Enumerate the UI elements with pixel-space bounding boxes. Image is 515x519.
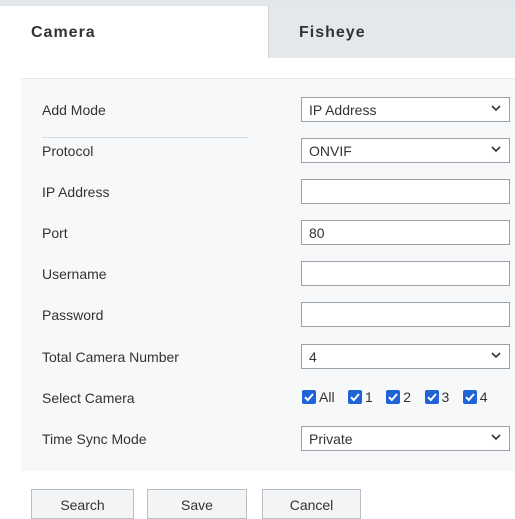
- username-label: Username: [42, 266, 107, 282]
- total-camera-number-select[interactable]: 4: [301, 344, 510, 369]
- camera-option-label: 3: [441, 389, 450, 405]
- ip-address-input[interactable]: [301, 179, 510, 204]
- camera-option-4[interactable]: 4: [462, 389, 488, 405]
- camera-option-1[interactable]: 1: [348, 389, 373, 405]
- checkbox-checked[interactable]: [348, 390, 363, 404]
- camera-option-label: 4: [479, 389, 488, 405]
- add-mode-select[interactable]: IP Address: [301, 97, 510, 122]
- protocol-value: ONVIF: [309, 143, 352, 159]
- port-label: Port: [42, 225, 68, 241]
- select-camera-label: Select Camera: [42, 390, 135, 406]
- chevron-down-icon: [491, 146, 501, 153]
- add-mode-value: IP Address: [309, 102, 377, 118]
- save-button[interactable]: Save: [147, 489, 247, 519]
- checkbox-checked[interactable]: [462, 390, 477, 404]
- username-row: Username: [21, 254, 515, 295]
- ip-address-label: IP Address: [42, 184, 110, 200]
- total-camera-number-value: 4: [309, 349, 317, 365]
- checkmark-icon: [304, 393, 314, 402]
- chevron-down-icon: [491, 352, 501, 359]
- checkmark-icon: [465, 393, 475, 402]
- ip-address-row: IP Address: [21, 172, 515, 213]
- port-row: Port 80: [21, 213, 515, 254]
- port-input[interactable]: 80: [301, 220, 510, 245]
- checkbox-checked[interactable]: [302, 390, 316, 404]
- checkmark-icon: [426, 393, 437, 402]
- checkmark-icon: [350, 393, 360, 402]
- total-camera-number-label: Total Camera Number: [42, 349, 179, 365]
- time-sync-mode-row: Time Sync Mode Private: [21, 419, 515, 460]
- checkbox-checked[interactable]: [386, 390, 401, 404]
- checkmark-icon: [388, 393, 399, 402]
- camera-option-label: All: [319, 389, 335, 405]
- password-input[interactable]: [301, 302, 510, 327]
- camera-option-label: 1: [365, 389, 373, 405]
- camera-checkbox-group: All 1 2 3 4: [302, 389, 497, 407]
- time-sync-mode-select[interactable]: Private: [301, 426, 510, 451]
- camera-option-2[interactable]: 2: [386, 389, 411, 405]
- camera-option-label: 2: [403, 389, 412, 405]
- camera-option-3[interactable]: 3: [424, 389, 450, 405]
- select-camera-row: Select Camera All 1 2 3 4: [21, 378, 515, 419]
- camera-option-all[interactable]: All: [302, 389, 335, 405]
- protocol-label: Protocol: [42, 143, 94, 159]
- chevron-down-icon: [491, 434, 501, 441]
- total-camera-number-row: Total Camera Number 4: [21, 337, 515, 378]
- protocol-select[interactable]: ONVIF: [301, 138, 510, 163]
- add-mode-label: Add Mode: [42, 102, 106, 118]
- add-mode-row: Add Mode IP Address: [21, 90, 515, 138]
- time-sync-mode-value: Private: [309, 431, 353, 447]
- username-input[interactable]: [301, 261, 510, 286]
- tab-camera[interactable]: Camera: [0, 6, 268, 58]
- password-label: Password: [42, 307, 104, 323]
- checkbox-checked[interactable]: [424, 390, 439, 404]
- password-row: Password: [21, 295, 515, 336]
- camera-form-panel: Add Mode IP Address Protocol ONVIF IP Ad…: [21, 78, 515, 471]
- time-sync-mode-label: Time Sync Mode: [42, 431, 147, 447]
- protocol-row: Protocol ONVIF: [21, 131, 515, 172]
- chevron-down-icon: [491, 105, 501, 112]
- cancel-button[interactable]: Cancel: [262, 489, 361, 519]
- search-button[interactable]: Search: [31, 489, 134, 519]
- tab-fisheye[interactable]: Fisheye: [268, 6, 515, 58]
